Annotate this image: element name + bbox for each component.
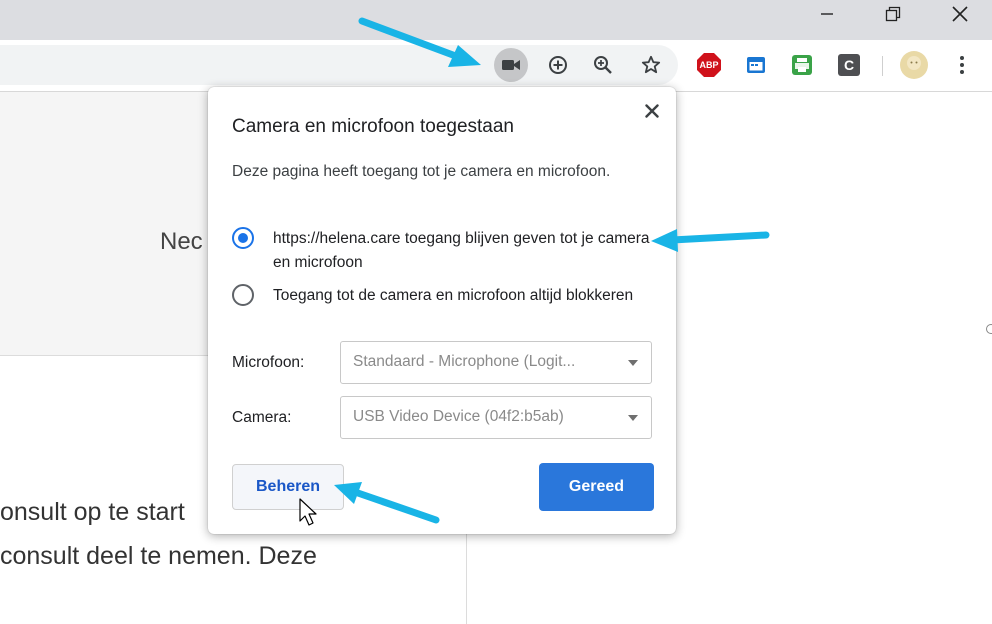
minimize-icon[interactable] xyxy=(804,0,850,28)
microphone-label: Microfoon: xyxy=(232,354,305,371)
dialog-close-icon[interactable] xyxy=(640,99,664,123)
browser-toolbar: ABP C xyxy=(0,40,992,92)
chevron-down-icon xyxy=(628,415,638,421)
title-bar xyxy=(0,0,992,40)
done-button[interactable]: Gereed xyxy=(539,463,654,511)
camera-permission-dialog: Camera en microfoon toegestaan Deze pagi… xyxy=(208,87,676,534)
adblock-extension-icon[interactable]: ABP xyxy=(692,48,726,82)
camera-select[interactable]: USB Video Device (04f2:b5ab) xyxy=(340,396,652,439)
manage-button[interactable]: Beheren xyxy=(232,464,344,510)
toolbar-separator xyxy=(882,56,883,76)
radio-allow-label[interactable]: https://helena.care toegang blijven geve… xyxy=(273,227,663,275)
radio-selected-dot xyxy=(238,233,248,243)
body-text-line-2: consult deel te nemen. Deze xyxy=(0,542,317,570)
page-heading: Nec xyxy=(160,228,203,255)
body-text-line-1: onsult op te start xyxy=(0,498,185,526)
radio-block[interactable] xyxy=(232,284,254,306)
microphone-select-value: Standaard - Microphone (Logit... xyxy=(353,353,576,370)
close-icon[interactable] xyxy=(937,0,983,28)
calendar-extension-icon[interactable] xyxy=(739,48,773,82)
restore-icon[interactable] xyxy=(870,0,916,28)
menu-icon[interactable] xyxy=(945,48,979,82)
camera-icon[interactable] xyxy=(494,48,528,82)
dialog-description: Deze pagina heeft toegang tot je camera … xyxy=(232,163,611,180)
zoom-icon[interactable] xyxy=(586,48,620,82)
print-extension-icon[interactable] xyxy=(785,48,819,82)
chevron-down-icon xyxy=(628,360,638,366)
star-icon[interactable] xyxy=(634,48,668,82)
adblock-label: ABP xyxy=(699,60,719,70)
edge-circle-icon xyxy=(986,324,992,334)
camera-label: Camera: xyxy=(232,409,292,426)
browser-window: ABP C Nec onsult op te start consult dee… xyxy=(0,0,992,624)
microphone-select[interactable]: Standaard - Microphone (Logit... xyxy=(340,341,652,384)
radio-allow[interactable] xyxy=(232,227,254,249)
address-bar[interactable] xyxy=(0,45,678,85)
camera-select-value: USB Video Device (04f2:b5ab) xyxy=(353,408,564,425)
radio-block-label[interactable]: Toegang tot de camera en microfoon altij… xyxy=(273,284,663,308)
dialog-title: Camera en microfoon toegestaan xyxy=(232,116,514,137)
install-icon[interactable] xyxy=(541,48,575,82)
avatar[interactable] xyxy=(897,48,931,82)
c-extension-icon[interactable]: C xyxy=(832,48,866,82)
c-extension-label: C xyxy=(838,54,860,76)
